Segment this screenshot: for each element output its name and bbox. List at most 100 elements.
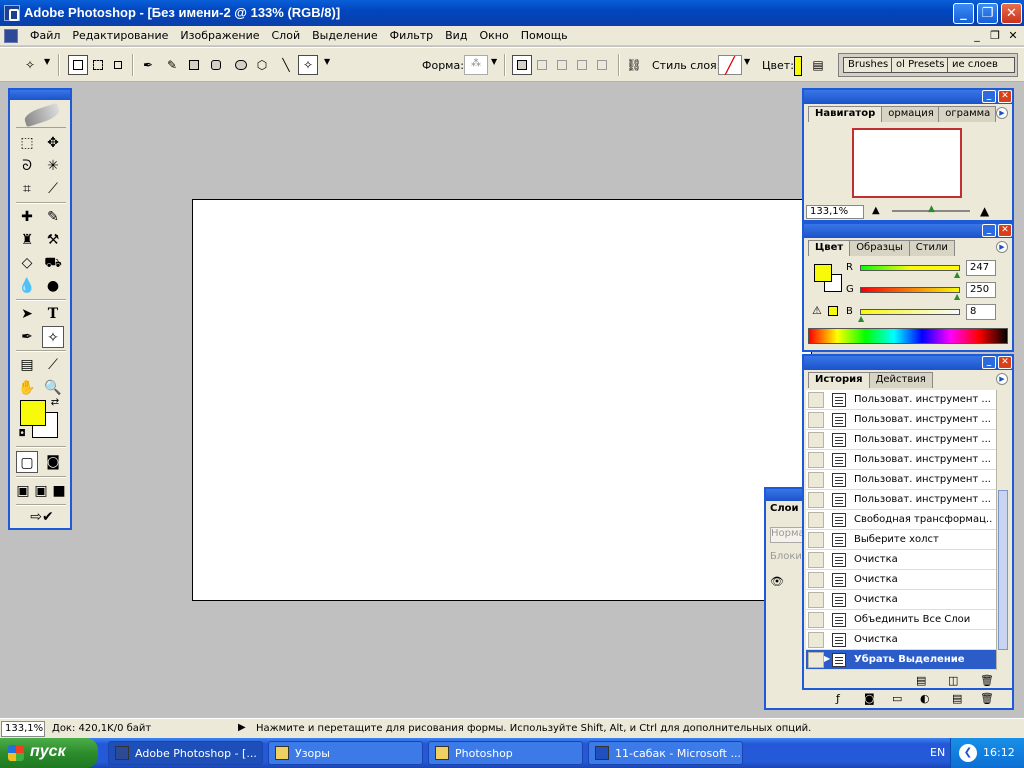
paths-button[interactable]: [88, 55, 108, 75]
document-icon[interactable]: [4, 29, 18, 43]
foreground-color-swatch[interactable]: [20, 400, 46, 426]
blend-mode-select[interactable]: Норма: [770, 527, 804, 543]
gamut-warning-icon[interactable]: ⚠: [812, 304, 822, 317]
new-document-from-state-icon[interactable]: ▤: [916, 674, 926, 687]
doc-close-icon[interactable]: ✕: [1006, 29, 1020, 42]
history-brush-source-checkbox[interactable]: [808, 492, 824, 508]
taskbar-item-folder-photoshop[interactable]: Photoshop: [428, 741, 583, 765]
history-state[interactable]: Объединить Все Слои: [806, 610, 996, 630]
tab-history[interactable]: История: [808, 372, 870, 388]
intersect-shape-button[interactable]: [572, 55, 592, 75]
tab-swatches[interactable]: Образцы: [849, 240, 910, 256]
panel-menu-icon[interactable]: ▶: [996, 107, 1008, 119]
tab-color[interactable]: Цвет: [808, 240, 851, 256]
type-tool-icon[interactable]: T: [42, 303, 64, 325]
rounded-rect-tool-button[interactable]: [206, 55, 226, 75]
layer-style-picker[interactable]: ╱: [718, 55, 742, 75]
layers-titlebar[interactable]: [766, 489, 802, 501]
screen-mode-standard-icon[interactable]: ▣: [14, 480, 32, 502]
taskbar-item-photoshop-window[interactable]: Adobe Photoshop - [...: [108, 741, 263, 765]
tool-preset-picker[interactable]: ✧: [20, 55, 40, 75]
history-state[interactable]: Пользоват. инструмент ...: [806, 430, 996, 450]
language-indicator[interactable]: EN: [930, 746, 945, 759]
history-state[interactable]: Очистка: [806, 590, 996, 610]
well-tab-layer-comps[interactable]: ие слоев: [947, 57, 1015, 73]
toolbox-titlebar[interactable]: [10, 90, 70, 100]
blue-value-field[interactable]: 8: [966, 304, 996, 320]
color-fg-swatch[interactable]: [814, 264, 832, 282]
history-brush-source-checkbox[interactable]: [808, 552, 824, 568]
shape-layers-button[interactable]: [68, 55, 88, 75]
tab-layers[interactable]: Слои: [770, 503, 799, 514]
marquee-tool-icon[interactable]: ⬚: [16, 132, 38, 154]
history-state[interactable]: Пользоват. инструмент ...: [806, 490, 996, 510]
blur-tool-icon[interactable]: 💧: [16, 275, 38, 297]
shape-picker[interactable]: ⁂: [464, 55, 488, 75]
doc-minimize-icon[interactable]: _: [970, 29, 984, 42]
adjustment-layer-icon[interactable]: ◐: [920, 692, 930, 705]
exclude-shape-button[interactable]: [592, 55, 612, 75]
blue-slider[interactable]: [860, 309, 960, 315]
clone-stamp-icon[interactable]: ♜: [16, 229, 38, 251]
default-colors-icon[interactable]: ◘: [16, 428, 28, 440]
healing-brush-icon[interactable]: ✚: [16, 206, 38, 228]
menu-file[interactable]: Файл: [24, 29, 66, 42]
chevron-down-icon[interactable]: ▼: [744, 57, 750, 66]
tab-info[interactable]: ормация: [881, 106, 940, 122]
color-spectrum-ramp[interactable]: [808, 328, 1008, 344]
status-zoom-field[interactable]: 133,1%: [1, 721, 45, 737]
history-brush-icon[interactable]: ⚒: [42, 229, 64, 251]
jump-to-imageready-icon[interactable]: ⇨✔: [20, 506, 64, 528]
tab-histogram[interactable]: ограмма: [938, 106, 997, 122]
line-tool-button[interactable]: ╲: [276, 55, 296, 75]
well-tab-tool-presets[interactable]: ol Presets: [891, 57, 949, 73]
green-slider[interactable]: [860, 287, 960, 293]
swap-colors-icon[interactable]: ⇄: [48, 396, 62, 410]
ellipse-tool-button[interactable]: [230, 55, 250, 75]
history-state[interactable]: Пользоват. инструмент ...: [806, 410, 996, 430]
history-state[interactable]: Свободная трансформац...: [806, 510, 996, 530]
panel-menu-icon[interactable]: ▶: [996, 373, 1008, 385]
chevron-down-icon[interactable]: ▼: [491, 57, 497, 66]
history-brush-source-checkbox[interactable]: [808, 572, 824, 588]
chevron-down-icon[interactable]: ▼: [44, 57, 50, 66]
brush-tool-icon[interactable]: ✎: [42, 206, 64, 228]
well-tab-brushes[interactable]: Brushes: [843, 57, 893, 73]
menu-view[interactable]: Вид: [439, 29, 473, 42]
history-state[interactable]: Пользоват. инструмент ...: [806, 390, 996, 410]
tab-actions[interactable]: Действия: [868, 372, 933, 388]
history-brush-source-checkbox[interactable]: [808, 632, 824, 648]
history-brush-source-checkbox[interactable]: [808, 592, 824, 608]
hand-tool-icon[interactable]: ✋: [16, 377, 38, 399]
crop-tool-icon[interactable]: ⌗: [16, 178, 38, 200]
notes-tool-icon[interactable]: ▤: [16, 354, 38, 376]
history-brush-source-checkbox[interactable]: [808, 652, 824, 668]
tab-navigator[interactable]: Навигатор: [808, 106, 883, 122]
eye-icon[interactable]: 👁: [770, 575, 784, 588]
quick-mask-icon[interactable]: ◙: [42, 451, 64, 473]
path-selection-icon[interactable]: ➤: [16, 303, 38, 325]
history-state[interactable]: Пользоват. инструмент ...: [806, 470, 996, 490]
color-titlebar[interactable]: [804, 224, 1012, 238]
shape-color-swatch[interactable]: [794, 56, 802, 76]
history-state[interactable]: Выберите холст: [806, 530, 996, 550]
zoom-out-icon[interactable]: ▲: [872, 205, 880, 216]
standard-mode-icon[interactable]: ▢: [16, 451, 38, 473]
navigator-preview[interactable]: [852, 128, 962, 198]
tray-chevron-icon[interactable]: ❮: [959, 744, 977, 762]
blue-slider-handle[interactable]: ▲: [858, 314, 864, 323]
history-state[interactable]: Пользоват. инструмент ...: [806, 450, 996, 470]
layer-mask-icon[interactable]: ◙: [864, 692, 875, 705]
link-style-button[interactable]: ⛓: [624, 55, 644, 75]
history-state[interactable]: Убрать Выделение ▶: [806, 650, 996, 670]
screen-mode-menu-icon[interactable]: ▣: [32, 480, 50, 502]
slice-tool-icon[interactable]: ⟋: [42, 178, 64, 200]
history-brush-source-checkbox[interactable]: [808, 532, 824, 548]
gamut-color-swatch[interactable]: [828, 306, 838, 316]
red-slider-handle[interactable]: ▲: [954, 270, 960, 279]
custom-shape-tool-icon[interactable]: ✧: [42, 326, 64, 348]
zoom-slider-handle[interactable]: ▲: [928, 204, 935, 214]
history-brush-source-checkbox[interactable]: [808, 452, 824, 468]
new-group-icon[interactable]: ▭: [892, 692, 902, 705]
panel-minimize-icon[interactable]: _: [982, 90, 996, 103]
